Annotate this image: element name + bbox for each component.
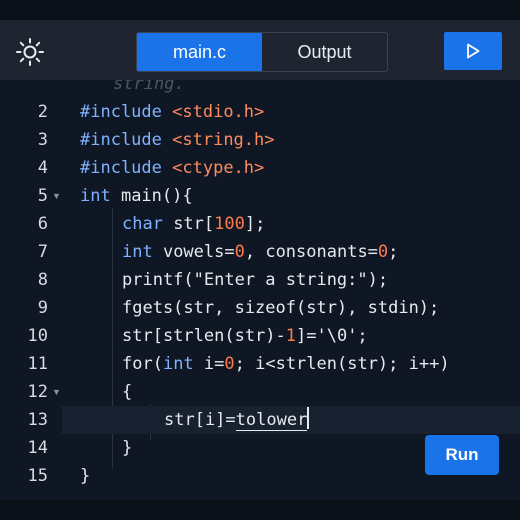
line-number: 8 bbox=[37, 270, 48, 290]
code-line: 4 #include <ctype.h> bbox=[0, 154, 520, 182]
editor-header: main.c Output bbox=[0, 20, 520, 80]
code-line: 5 ▼ int main(){ bbox=[0, 182, 520, 210]
code-text: for(int i=0; i<strlen(str); i++) bbox=[122, 354, 450, 374]
code-text: fgets(str, sizeof(str), stdin); bbox=[122, 298, 440, 318]
code-text: char str[100]; bbox=[122, 214, 266, 234]
top-edge bbox=[0, 0, 520, 20]
code-text: } bbox=[122, 438, 133, 458]
file-tabs: main.c Output bbox=[136, 32, 388, 72]
text-caret bbox=[307, 407, 310, 429]
autocomplete-word: tolower bbox=[235, 410, 308, 431]
code-line-active: 13 str[i]=tolower bbox=[0, 406, 520, 434]
fold-arrow-icon[interactable]: ▼ bbox=[52, 182, 61, 210]
code-line: 12 ▼ { bbox=[0, 378, 520, 406]
line-number: 14 bbox=[27, 438, 48, 458]
code-text: } bbox=[80, 466, 91, 486]
tab-output[interactable]: Output bbox=[262, 33, 387, 71]
code-line: 8 printf("Enter a string:"); bbox=[0, 266, 520, 294]
code-line: 7 int vowels=0, consonants=0; bbox=[0, 238, 520, 266]
code-line: 10 str[strlen(str)-1]='\0'; bbox=[0, 322, 520, 350]
code-text: printf("Enter a string:"); bbox=[122, 270, 389, 290]
play-icon bbox=[467, 43, 480, 59]
code-text: #include <ctype.h> bbox=[80, 158, 265, 178]
line-number: 3 bbox=[37, 130, 48, 150]
code-text: { bbox=[122, 382, 133, 402]
run-button[interactable]: Run bbox=[425, 435, 499, 475]
code-text: #include <string.h> bbox=[80, 130, 275, 150]
line-number: 7 bbox=[37, 242, 48, 262]
theme-toggle-button[interactable] bbox=[14, 36, 46, 68]
code-line: 9 fgets(str, sizeof(str), stdin); bbox=[0, 294, 520, 322]
code-text: str[strlen(str)-1]='\0'; bbox=[122, 326, 368, 346]
line-number: 9 bbox=[37, 298, 48, 318]
tab-main-c[interactable]: main.c bbox=[137, 33, 262, 71]
code-line: 6 char str[100]; bbox=[0, 210, 520, 238]
code-text: int vowels=0, consonants=0; bbox=[122, 242, 399, 262]
code-text: str[i]=tolower bbox=[164, 406, 310, 434]
line-number: 10 bbox=[27, 326, 48, 346]
line-number: 11 bbox=[27, 354, 48, 374]
code-line: 11 for(int i=0; i<strlen(str); i++) bbox=[0, 350, 520, 378]
code-line: 3 #include <string.h> bbox=[0, 126, 520, 154]
line-number: 13 bbox=[27, 410, 48, 430]
code-text: int main(){ bbox=[80, 186, 193, 206]
line-number: 6 bbox=[37, 214, 48, 234]
run-play-button[interactable] bbox=[444, 32, 502, 70]
line-number: 5 bbox=[37, 186, 48, 206]
fold-arrow-icon[interactable]: ▼ bbox=[52, 378, 61, 406]
line-number: 12 bbox=[27, 382, 48, 402]
code-line: 2 #include <stdio.h> bbox=[0, 98, 520, 126]
line-number: 15 bbox=[27, 466, 48, 486]
bottom-edge bbox=[0, 500, 520, 520]
scrolled-line-fragment: string. bbox=[113, 80, 185, 94]
line-number: 2 bbox=[37, 102, 48, 122]
line-number: 4 bbox=[37, 158, 48, 178]
code-text: #include <stdio.h> bbox=[80, 102, 265, 122]
sun-icon bbox=[16, 38, 44, 66]
